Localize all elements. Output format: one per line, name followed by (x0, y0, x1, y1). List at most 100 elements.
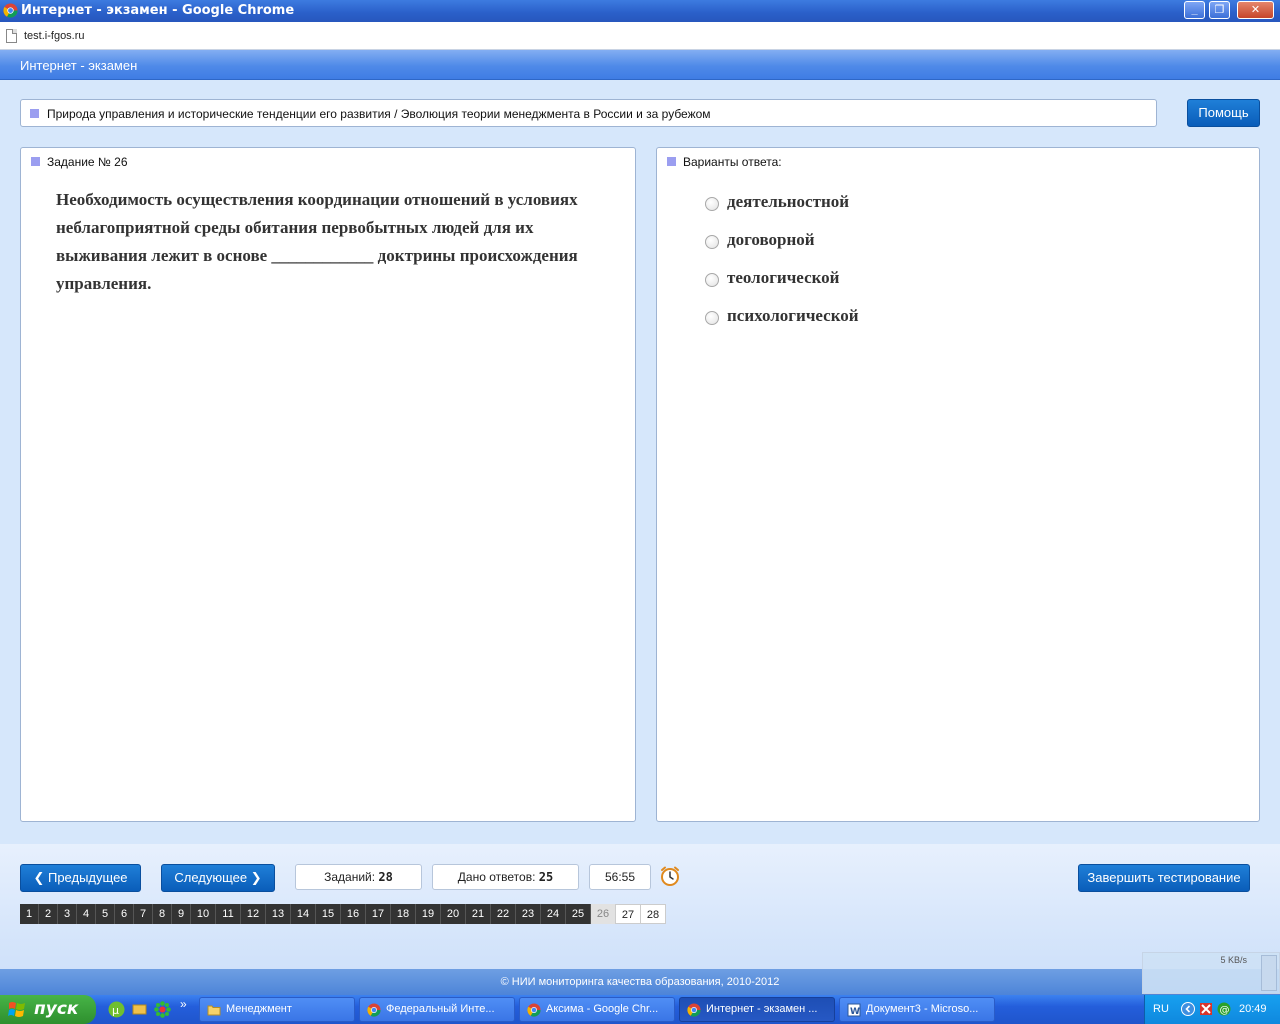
minimize-button[interactable]: _ (1184, 1, 1205, 19)
answer-option-label[interactable]: договорной (727, 230, 815, 250)
previous-button[interactable]: ❮ Предыдущее (20, 864, 141, 892)
alarm-clock-icon (661, 866, 679, 886)
tasks-count-box: Заданий: 28 (295, 864, 422, 890)
chrome-icon (687, 1003, 701, 1017)
taskbar-item-active[interactable]: Интернет - экзамен ... (679, 997, 835, 1022)
previous-button-label: Предыдущее (47, 870, 128, 885)
next-button-label: Следующее (174, 870, 248, 885)
radio-button[interactable] (705, 235, 719, 249)
pager-item-10[interactable]: 10 (191, 904, 216, 924)
restore-button[interactable]: ❐ (1209, 1, 1230, 19)
pager-item-6[interactable]: 6 (115, 904, 134, 924)
pager-item-12[interactable]: 12 (241, 904, 266, 924)
antivirus-icon[interactable] (1199, 1002, 1213, 1016)
windows-flag-icon (8, 1002, 25, 1017)
start-button[interactable]: пуск (0, 995, 96, 1024)
pager-item-18[interactable]: 18 (391, 904, 416, 924)
main-area: Природа управления и исторические тенден… (0, 80, 1280, 844)
pager-item-28[interactable]: 28 (641, 904, 666, 924)
svg-text:W: W (850, 1007, 860, 1017)
help-button[interactable]: Помощь (1187, 99, 1260, 127)
icq-icon[interactable] (154, 1001, 171, 1018)
tasks-count-value: 28 (378, 870, 393, 884)
address-bar[interactable]: test.i-fgos.ru (0, 22, 1280, 50)
network-meter-widget[interactable]: 5 KB/s (1142, 952, 1280, 994)
pager-item-17[interactable]: 17 (366, 904, 391, 924)
utorrent-icon[interactable]: µ (108, 1001, 125, 1018)
finish-test-button[interactable]: Завершить тестирование (1078, 864, 1250, 892)
window-title: Интернет - экзамен - Google Chrome (21, 3, 295, 18)
chrome-icon (527, 1003, 541, 1017)
taskbar-item-label: Федеральный Инте... (386, 1003, 495, 1015)
question-panel: Задание № 26 Необходимость осуществления… (20, 147, 636, 822)
pager-item-4[interactable]: 4 (77, 904, 96, 924)
quick-launch-more[interactable]: » (180, 997, 187, 1011)
next-button[interactable]: Следующее ❯ (161, 864, 275, 892)
bullet-marker-icon (30, 109, 39, 118)
pager-item-11[interactable]: 11 (216, 904, 241, 924)
pager-item-8[interactable]: 8 (153, 904, 172, 924)
copyright-text: © НИИ мониторинга качества образования, … (500, 976, 780, 988)
taskbar-item[interactable]: Аксима - Google Chr... (519, 997, 675, 1022)
pager-item-14[interactable]: 14 (291, 904, 316, 924)
breadcrumb: Природа управления и исторические тенден… (20, 99, 1157, 127)
answer-option-label[interactable]: деятельностной (727, 192, 849, 212)
chrome-icon (367, 1003, 381, 1017)
answers-panel: Варианты ответа: деятельностной договорн… (656, 147, 1260, 822)
question-number: Задание № 26 (47, 155, 128, 169)
answered-count-box: Дано ответов: 25 (432, 864, 579, 890)
system-tray: RU @ 20:49 (1144, 995, 1280, 1024)
answer-option-label[interactable]: психологической (727, 306, 859, 326)
clock-time: 20:49 (1239, 1003, 1267, 1015)
pager-item-27[interactable]: 27 (616, 904, 641, 924)
pager-item-22[interactable]: 22 (491, 904, 516, 924)
mail-agent-icon[interactable]: @ (1217, 1002, 1231, 1016)
copyright-bar: © НИИ мониторинга качества образования, … (0, 969, 1280, 995)
pager-item-13[interactable]: 13 (266, 904, 291, 924)
page-icon (6, 29, 17, 43)
window-titlebar: Интернет - экзамен - Google Chrome _ ❐ ✕ (0, 0, 1280, 22)
svg-text:@: @ (1220, 1005, 1230, 1016)
pager-item-9[interactable]: 9 (172, 904, 191, 924)
answered-count-value: 25 (538, 870, 554, 884)
taskbar-item[interactable]: Менеджмент (199, 997, 355, 1022)
pager-item-25[interactable]: 25 (566, 904, 591, 924)
messenger-icon[interactable] (131, 1001, 148, 1018)
pager-item-5[interactable]: 5 (96, 904, 115, 924)
pager-item-7[interactable]: 7 (134, 904, 153, 924)
radio-button[interactable] (705, 311, 719, 325)
scroll-arrows-icon[interactable] (1261, 955, 1277, 991)
answers-title: Варианты ответа: (683, 155, 782, 169)
pager-item-23[interactable]: 23 (516, 904, 541, 924)
taskbar-item[interactable]: W Документ3 - Microso... (839, 997, 995, 1022)
network-rate: 5 KB/s (1220, 955, 1247, 965)
close-button[interactable]: ✕ (1237, 1, 1274, 19)
pager-item-3[interactable]: 3 (58, 904, 77, 924)
answered-count-label: Дано ответов: (457, 870, 536, 884)
timer-value: 56:55 (604, 870, 636, 884)
pager-item-21[interactable]: 21 (466, 904, 491, 924)
breadcrumb-text: Природа управления и исторические тенден… (47, 107, 711, 121)
pager-item-1[interactable]: 1 (20, 904, 39, 924)
radio-button[interactable] (705, 273, 719, 287)
pager-item-2[interactable]: 2 (39, 904, 58, 924)
word-icon: W (847, 1003, 861, 1017)
pager-item-20[interactable]: 20 (441, 904, 466, 924)
pager-item-26[interactable]: 26 (591, 904, 616, 924)
answer-option-label[interactable]: теологической (727, 268, 839, 288)
url-text[interactable]: test.i-fgos.ru (24, 30, 85, 42)
question-text: Необходимость осуществления координации … (56, 190, 578, 293)
pager-item-16[interactable]: 16 (341, 904, 366, 924)
folder-icon (207, 1005, 221, 1016)
pager-item-19[interactable]: 19 (416, 904, 441, 924)
pager-item-24[interactable]: 24 (541, 904, 566, 924)
language-indicator[interactable]: RU (1153, 1003, 1169, 1015)
radio-button[interactable] (705, 197, 719, 211)
navigation-area: ❮ Предыдущее Следующее ❯ Заданий: 28 Дан… (0, 844, 1280, 969)
tray-expand-icon[interactable] (1181, 1002, 1195, 1016)
taskbar-item[interactable]: Федеральный Инте... (359, 997, 515, 1022)
app-title: Интернет - экзамен (20, 58, 138, 73)
taskbar-item-label: Документ3 - Microso... (866, 1003, 979, 1015)
bullet-marker-icon (667, 157, 676, 166)
pager-item-15[interactable]: 15 (316, 904, 341, 924)
